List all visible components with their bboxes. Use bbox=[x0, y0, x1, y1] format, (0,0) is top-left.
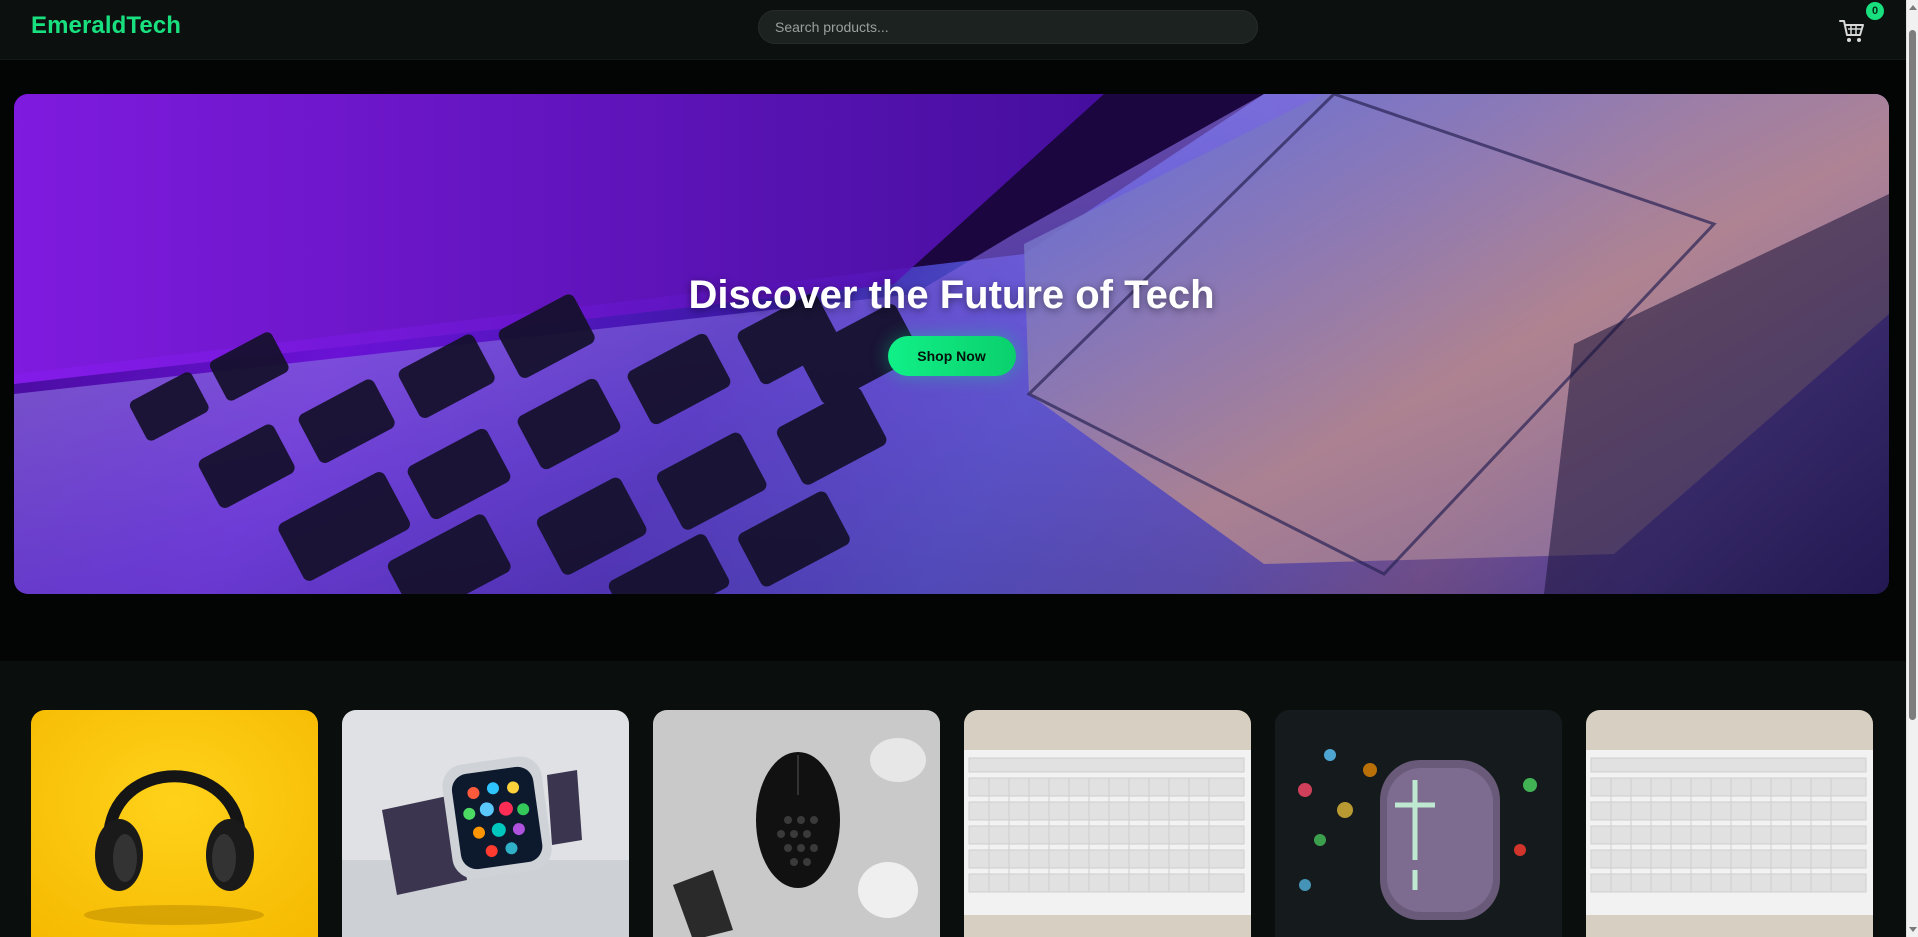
scroll-up-arrow-icon[interactable] bbox=[1909, 5, 1917, 10]
cart-icon bbox=[1839, 20, 1864, 42]
scroll-down-arrow-icon[interactable] bbox=[1909, 927, 1917, 932]
vertical-scrollbar[interactable] bbox=[1906, 0, 1918, 937]
product-card[interactable] bbox=[342, 710, 629, 937]
product-card[interactable] bbox=[31, 710, 318, 937]
cart-count-badge: 0 bbox=[1866, 2, 1884, 20]
hero-section: Discover the Future of Tech Shop Now bbox=[0, 60, 1906, 661]
product-card[interactable] bbox=[1586, 710, 1873, 937]
product-card[interactable] bbox=[1275, 710, 1562, 937]
keyboard-photo bbox=[964, 710, 1251, 937]
page: EmeraldTech 0 bbox=[0, 0, 1918, 937]
gaming-mouse-photo bbox=[653, 710, 940, 937]
bluetooth-speaker-photo bbox=[1275, 710, 1562, 937]
product-card[interactable] bbox=[653, 710, 940, 937]
search-input[interactable] bbox=[758, 10, 1258, 44]
headphones-photo bbox=[31, 710, 318, 937]
cart-button[interactable]: 0 bbox=[1838, 2, 1884, 46]
hero-content: Discover the Future of Tech Shop Now bbox=[14, 94, 1889, 594]
product-card[interactable] bbox=[964, 710, 1251, 937]
top-navigation-bar: EmeraldTech 0 bbox=[0, 0, 1906, 60]
hero-title: Discover the Future of Tech bbox=[688, 272, 1215, 317]
smartwatch-photo bbox=[342, 710, 629, 937]
shop-now-button[interactable]: Shop Now bbox=[887, 335, 1016, 376]
hero-banner: Discover the Future of Tech Shop Now bbox=[14, 94, 1889, 594]
products-section bbox=[0, 661, 1906, 937]
scrollbar-thumb[interactable] bbox=[1909, 30, 1916, 720]
keyboard-photo bbox=[1586, 710, 1873, 937]
brand-logo[interactable]: EmeraldTech bbox=[31, 12, 181, 40]
